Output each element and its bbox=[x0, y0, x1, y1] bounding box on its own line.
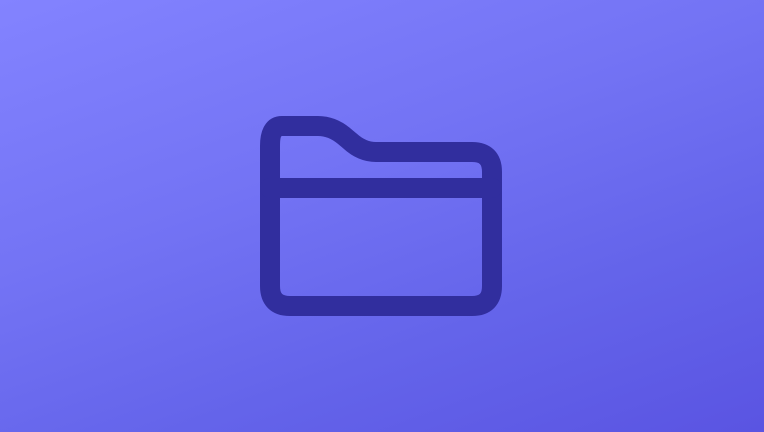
background-canvas bbox=[0, 0, 764, 432]
folder-icon bbox=[252, 108, 512, 328]
folder-icon-svg bbox=[260, 116, 502, 316]
folder-outline bbox=[260, 116, 502, 316]
